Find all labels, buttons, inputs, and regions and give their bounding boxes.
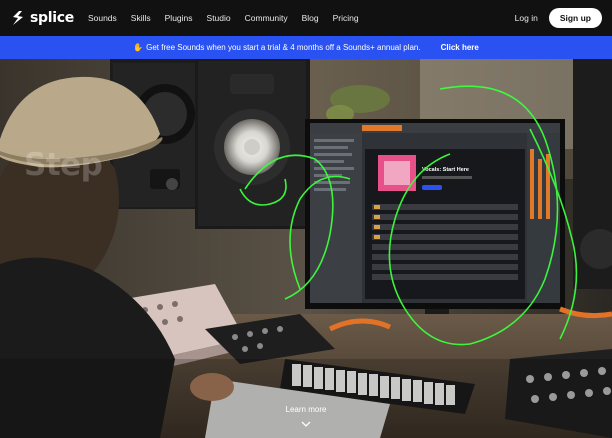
learn-more-link[interactable]: Learn more	[0, 405, 612, 414]
login-link[interactable]: Log in	[515, 13, 538, 23]
promo-message-wrap: ✋ Get free Sounds when you start a trial…	[133, 43, 420, 52]
screen-pack-title: Vocals: Start Here	[422, 167, 469, 173]
hero-studio-image: Vocals: Start Here	[0, 59, 612, 438]
nav-link-sounds[interactable]: Sounds	[88, 13, 117, 23]
splice-logo[interactable]: splice	[10, 10, 74, 26]
brand-name: splice	[30, 10, 74, 26]
nav-link-plugins[interactable]: Plugins	[165, 13, 193, 23]
hero-section: Vocals: Start Here Step Learn more	[0, 59, 612, 438]
promo-banner: ✋ Get free Sounds when you start a trial…	[0, 36, 612, 59]
hero-title: Step	[24, 147, 103, 183]
nav-links: Sounds Skills Plugins Studio Community B…	[88, 13, 359, 23]
promo-message: Get free Sounds when you start a trial &…	[146, 43, 421, 52]
nav-link-pricing[interactable]: Pricing	[333, 13, 359, 23]
signup-button[interactable]: Sign up	[548, 8, 602, 28]
hand-wave-icon: ✋	[133, 43, 144, 52]
top-nav: splice Sounds Skills Plugins Studio Comm…	[0, 0, 612, 36]
nav-link-studio[interactable]: Studio	[207, 13, 231, 23]
nav-actions: Log in Sign up	[515, 8, 602, 28]
nav-link-blog[interactable]: Blog	[302, 13, 319, 23]
splice-logo-icon	[13, 11, 23, 25]
chevron-down-icon[interactable]	[300, 420, 312, 428]
promo-cta-link[interactable]: Click here	[441, 43, 479, 52]
nav-link-community[interactable]: Community	[245, 13, 288, 23]
nav-link-skills[interactable]: Skills	[131, 13, 151, 23]
